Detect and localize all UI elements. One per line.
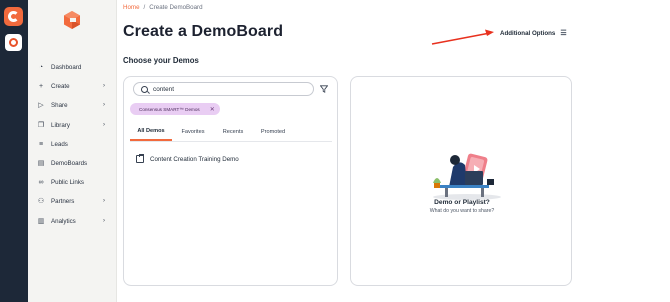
empty-state-title: Demo or Playlist? [434, 199, 490, 206]
search-icon [141, 85, 148, 93]
sidebar: ◔ Dashboard + Create › ▷ Share › ❐ Libra… [28, 0, 117, 302]
link-icon: ∞ [38, 179, 44, 187]
analytics-icon: ▥ [37, 217, 45, 225]
sidebar-nav: ◔ Dashboard + Create › ▷ Share › ❐ Libra… [28, 58, 117, 231]
page-title: Create a DemoBoard [123, 23, 284, 40]
list-item[interactable]: Content Creation Training Demo [136, 154, 239, 163]
search-field[interactable] [133, 82, 314, 96]
plus-icon: + [38, 83, 44, 91]
share-icon: ▷ [38, 102, 44, 110]
breadcrumb: Home / Create DemoBoard [123, 4, 203, 11]
tab-favorites[interactable]: Favorites [172, 122, 214, 141]
library-icon: ❐ [37, 121, 45, 129]
brand-logo-icon[interactable] [62, 10, 82, 30]
tab-recents[interactable]: Recents [214, 122, 252, 141]
sidebar-item-label: Public Links [51, 179, 85, 187]
additional-options-label: Additional Options [500, 29, 556, 37]
demo-item-label: Content Creation Training Demo [150, 155, 239, 163]
filter-chip[interactable]: Consensus SMART™ Demos ✕ [130, 103, 220, 115]
breadcrumb-separator: / [143, 4, 146, 11]
sidebar-item-label: Share [51, 102, 68, 110]
chevron-right-icon: › [103, 102, 105, 109]
filter-chip-label: Consensus SMART™ Demos [139, 106, 200, 112]
breadcrumb-current: Create DemoBoard [149, 4, 203, 11]
board-icon: ▤ [37, 160, 45, 168]
demo-tabs: All Demos Favorites Recents Promoted [130, 122, 332, 142]
tab-all-demos[interactable]: All Demos [130, 122, 172, 141]
sidebar-item-demoboards[interactable]: ▤ DemoBoards [28, 154, 117, 173]
sidebar-item-dashboard[interactable]: ◔ Dashboard [28, 58, 117, 77]
empty-state-subtitle: What do you want to share? [429, 208, 495, 214]
app-switcher-icon[interactable] [5, 34, 22, 51]
chevron-right-icon: › [103, 217, 105, 224]
app-rail [0, 0, 28, 302]
sidebar-item-label: Create [51, 83, 70, 91]
sidebar-item-public-links[interactable]: ∞ Public Links [28, 173, 117, 192]
dashboard-icon: ◔ [38, 64, 44, 72]
tab-promoted[interactable]: Promoted [252, 122, 294, 141]
partners-icon: ⚇ [37, 198, 45, 206]
demo-picker-panel: Consensus SMART™ Demos ✕ All Demos Favor… [123, 76, 338, 286]
sidebar-item-label: Dashboard [51, 64, 82, 72]
sidebar-item-leads[interactable]: ≡ Leads [28, 135, 117, 154]
chevron-right-icon: › [103, 121, 105, 128]
sidebar-item-partners[interactable]: ⚇ Partners › [28, 192, 117, 211]
preview-panel: Demo or Playlist? What do you want to sh… [350, 76, 572, 286]
consensus-logo-icon[interactable] [4, 7, 23, 26]
sidebar-item-label: Leads [51, 140, 68, 148]
app-root: ◔ Dashboard + Create › ▷ Share › ❐ Libra… [0, 0, 670, 302]
sidebar-item-create[interactable]: + Create › [28, 77, 117, 96]
filter-lines-icon: ≡ [38, 140, 44, 148]
chevron-right-icon: › [103, 83, 105, 90]
annotation-arrow-icon [431, 29, 494, 45]
sidebar-item-share[interactable]: ▷ Share › [28, 96, 117, 115]
search-input[interactable] [153, 85, 303, 93]
briefcase-icon [136, 154, 144, 163]
sidebar-item-label: DemoBoards [51, 160, 88, 168]
chevron-right-icon: › [103, 198, 105, 205]
breadcrumb-home-link[interactable]: Home [123, 4, 140, 11]
sidebar-item-label: Partners [51, 198, 75, 206]
close-icon[interactable]: ✕ [210, 106, 215, 113]
sidebar-item-library[interactable]: ❐ Library › [28, 116, 117, 135]
sidebar-item-label: Analytics [51, 217, 76, 225]
section-title: Choose your Demos [123, 56, 199, 65]
sliders-icon: ☰ [560, 30, 567, 37]
sidebar-item-label: Library [51, 121, 70, 129]
person-at-desk-illustration-icon [433, 153, 501, 200]
additional-options-button[interactable]: Additional Options ☰ [500, 29, 567, 38]
sidebar-item-analytics[interactable]: ▥ Analytics › [28, 212, 117, 231]
filter-icon[interactable] [320, 85, 328, 93]
